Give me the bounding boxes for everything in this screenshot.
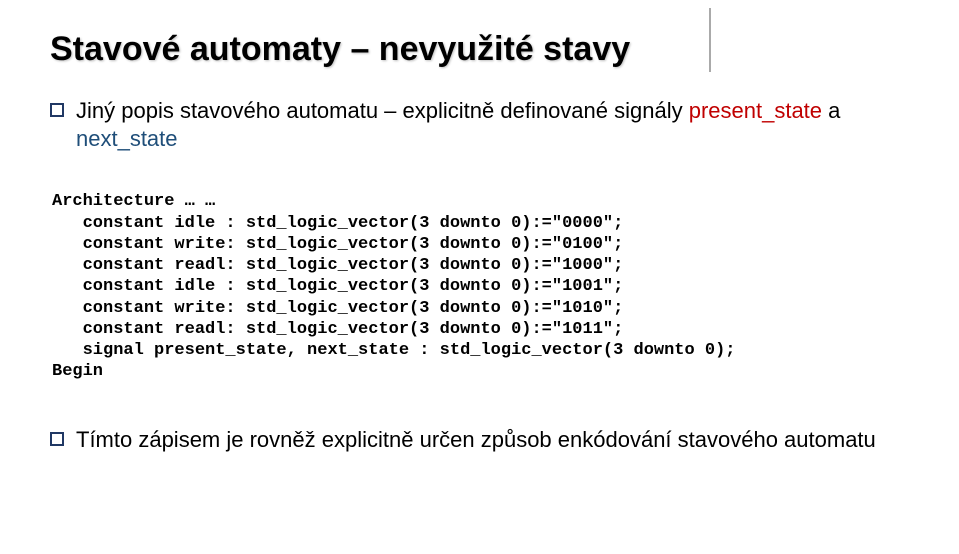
code-line-4: constant idle : std_logic_vector(3 downt… xyxy=(52,277,623,296)
bullet-icon xyxy=(50,103,64,117)
code-line-7: signal present_state, next_state : std_l… xyxy=(52,341,736,360)
code-line-1: constant idle : std_logic_vector(3 downt… xyxy=(52,214,623,233)
slide-container: Stavové automaty – nevyužité stavy Jiný … xyxy=(0,0,959,473)
bullet-1-blue: next_state xyxy=(76,126,178,151)
code-line-6: constant readl: std_logic_vector(3 downt… xyxy=(52,320,623,339)
bullet-icon xyxy=(50,432,64,446)
title-divider xyxy=(709,8,711,72)
bullet-2-text: Tímto zápisem je rovněž explicitně určen… xyxy=(76,426,876,454)
bullet-1-prefix: Jiný popis stavového automatu – explicit… xyxy=(76,98,689,123)
bullet-1-red: present_state xyxy=(689,98,822,123)
code-line-8: Begin xyxy=(52,362,103,381)
code-line-3: constant readl: std_logic_vector(3 downt… xyxy=(52,256,623,275)
slide-title: Stavové automaty – nevyužité stavy xyxy=(50,30,909,69)
bullet-1-text: Jiný popis stavového automatu – explicit… xyxy=(76,97,909,152)
code-line-0: Architecture … … xyxy=(52,192,215,211)
bullet-1-mid: a xyxy=(822,98,840,123)
code-block: Architecture … … constant idle : std_log… xyxy=(52,170,909,404)
code-line-2: constant write: std_logic_vector(3 downt… xyxy=(52,235,623,254)
bullet-1: Jiný popis stavového automatu – explicit… xyxy=(50,97,909,152)
code-line-5: constant write: std_logic_vector(3 downt… xyxy=(52,299,623,318)
bullet-2: Tímto zápisem je rovněž explicitně určen… xyxy=(50,426,909,454)
